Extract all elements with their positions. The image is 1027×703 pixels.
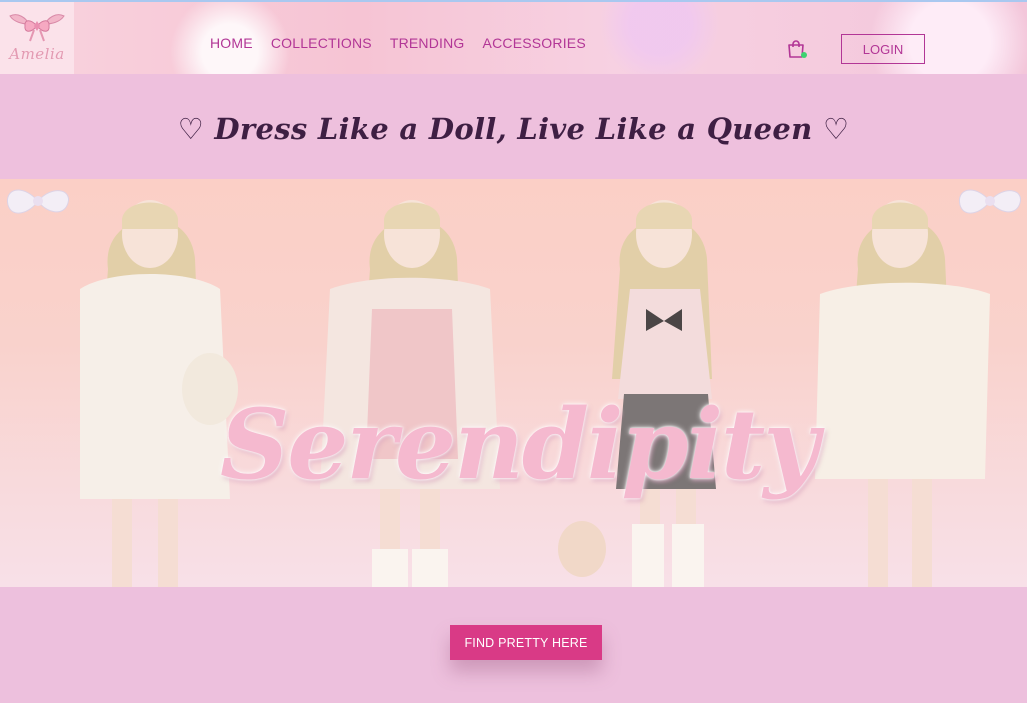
nav-collections[interactable]: COLLECTIONS: [271, 35, 372, 51]
nav-accessories[interactable]: ACCESSORIES: [483, 35, 586, 51]
cart-status-dot: [801, 52, 807, 58]
nav-home[interactable]: HOME: [210, 35, 253, 51]
banner-script-text: Serendipity: [220, 388, 819, 501]
main-nav: HOME COLLECTIONS TRENDING ACCESSORIES: [210, 35, 586, 51]
model-figure-4: [815, 200, 990, 587]
hero-banner: [0, 179, 1027, 587]
bow-right-icon: [958, 189, 1021, 214]
page-tagline: ♡ Dress Like a Doll, Live Like a Queen ♡: [177, 112, 850, 146]
login-button[interactable]: LOGIN: [841, 34, 925, 64]
hero-illustration: [6, 189, 1021, 587]
bow-left-icon: [6, 189, 69, 214]
navbar: Amelia HOME COLLECTIONS TRENDING ACCESSO…: [0, 0, 1027, 76]
logo-text: Amelia: [9, 45, 65, 63]
nav-trending[interactable]: TRENDING: [390, 35, 465, 51]
logo[interactable]: Amelia: [0, 2, 74, 76]
find-pretty-button[interactable]: FIND PRETTY HERE: [450, 625, 602, 660]
bow-wings-icon: [9, 14, 65, 42]
model-figure-1: [80, 200, 238, 587]
